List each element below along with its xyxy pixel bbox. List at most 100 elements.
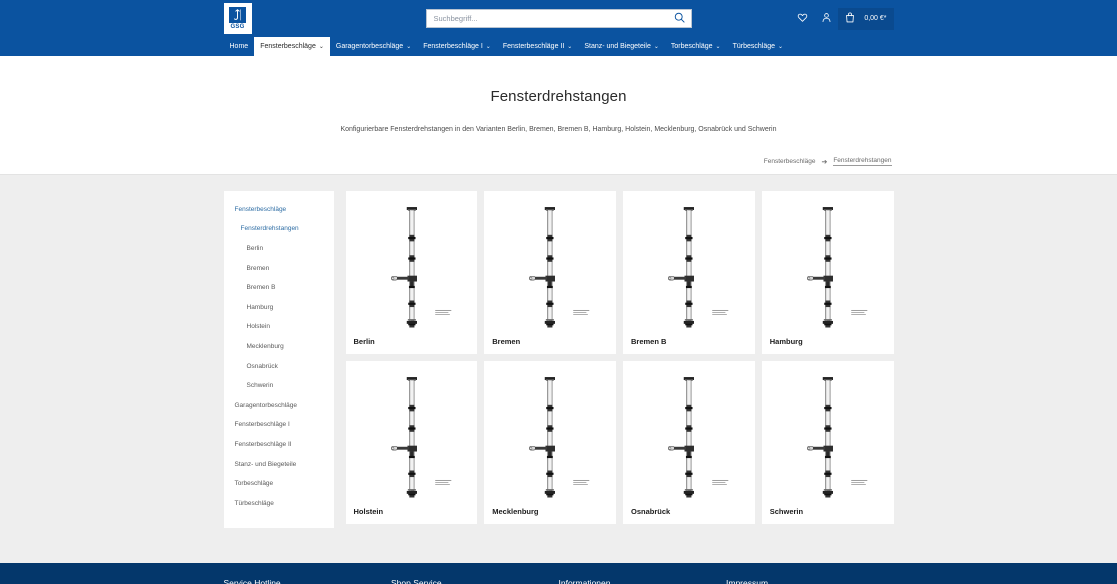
- nav-item-stanz-und-biegeteile[interactable]: Stanz- und Biegeteile ⌄: [578, 37, 665, 56]
- nav-item-label: Stanz- und Biegeteile: [584, 43, 651, 50]
- user-icon: [821, 10, 832, 28]
- product-card[interactable]: Holstein: [345, 361, 478, 524]
- sidebar-item-label: Torbeschläge: [234, 480, 274, 488]
- product-title: Holstein: [353, 507, 384, 516]
- site-footer: Service Hotline Shop Service Informationen…: [0, 563, 1117, 584]
- product-card[interactable]: Bremen: [484, 191, 616, 354]
- footer-heading[interactable]: Impressum: [726, 578, 894, 584]
- chevron-down-icon: ⌄: [715, 44, 721, 50]
- sidebar-item-hamburg[interactable]: Hamburg: [224, 298, 334, 318]
- logo-wordmark: GSG: [230, 23, 245, 30]
- account-button[interactable]: [814, 8, 838, 30]
- product-image-technical-drawing: [623, 361, 755, 507]
- sidebar-item-osnabr-ck[interactable]: Osnabrück: [224, 357, 334, 377]
- sidebar-item-label: Fensterbeschläge: [234, 205, 287, 213]
- sidebar-item-t-rbeschl-ge[interactable]: Türbeschläge: [224, 494, 334, 514]
- nav-item-label: Torbeschläge: [670, 43, 713, 50]
- sidebar-item-fensterbeschl-ge-ii[interactable]: Fensterbeschläge II: [224, 435, 334, 455]
- heart-icon: [797, 10, 808, 28]
- nav-item-label: Garagentorbeschläge: [335, 43, 404, 50]
- sidebar-item-bremen[interactable]: Bremen: [224, 259, 334, 279]
- product-card[interactable]: Hamburg: [761, 191, 894, 354]
- chevron-down-icon: ⌄: [653, 44, 659, 50]
- sidebar-item-mecklenburg[interactable]: Mecklenburg: [224, 337, 334, 357]
- nav-item-torbeschl-ge[interactable]: Torbeschläge ⌄: [665, 37, 727, 56]
- product-card[interactable]: Schwerin: [761, 361, 894, 524]
- breadcrumb-arrow-icon: ➔: [821, 158, 828, 166]
- sidebar-item-label: Holstein: [246, 323, 270, 331]
- sidebar-item-label: Bremen B: [246, 284, 276, 292]
- sidebar-item-stanz-und-biegeteile[interactable]: Stanz- und Biegeteile: [224, 455, 334, 475]
- product-title: Bremen: [492, 337, 521, 346]
- sidebar-item-label: Fensterbeschläge I: [234, 421, 290, 429]
- sidebar-item-label: Mecklenburg: [246, 342, 284, 350]
- product-image-technical-drawing: [762, 361, 894, 507]
- nav-item-fensterbeschl-ge-i[interactable]: Fensterbeschläge I ⌄: [417, 37, 497, 56]
- nav-item-fensterbeschl-ge-ii[interactable]: Fensterbeschläge II ⌄: [497, 37, 579, 56]
- nav-item-label: Fensterbeschläge: [260, 43, 316, 50]
- product-title: Bremen B: [631, 337, 667, 346]
- sidebar-item-fensterbeschl-ge[interactable]: Fensterbeschläge: [224, 200, 334, 220]
- category-sidebar: Fensterbeschläge Fensterdrehstangen Berlin…: [223, 191, 334, 528]
- search-input[interactable]: [433, 14, 673, 23]
- search-button[interactable]: [673, 12, 687, 26]
- product-image-technical-drawing: [346, 191, 478, 337]
- footer-column: Shop Service: [391, 578, 559, 584]
- main-content: Fensterbeschläge Fensterdrehstangen Berlin…: [0, 175, 1117, 563]
- sidebar-item-berlin[interactable]: Berlin: [224, 239, 334, 259]
- sidebar-item-fensterdrehstangen[interactable]: Fensterdrehstangen: [224, 220, 334, 240]
- wishlist-button[interactable]: [790, 8, 814, 30]
- footer-heading[interactable]: Service Hotline: [224, 578, 392, 584]
- footer-column: Informationen: [559, 578, 727, 584]
- nav-item-fensterbeschl-ge[interactable]: Fensterbeschläge ⌄: [254, 37, 330, 56]
- sidebar-item-label: Hamburg: [246, 303, 274, 311]
- breadcrumb: Fensterbeschläge ➔ Fensterdrehstangen: [224, 157, 894, 166]
- product-image-technical-drawing: [623, 191, 755, 337]
- nav-item-label: Türbeschläge: [732, 43, 775, 50]
- sidebar-item-label: Stanz- und Biegeteile: [234, 460, 297, 468]
- cart-icon-wrap: [838, 8, 862, 30]
- main-navigation: Home Fensterbeschläge ⌄ Garagentorbeschläge…: [0, 37, 1117, 56]
- product-card[interactable]: Osnabrück: [623, 361, 755, 524]
- chevron-down-icon: ⌄: [778, 44, 784, 50]
- product-title: Osnabrück: [631, 507, 671, 516]
- product-grid: Berlin Bremen Bremen B Hamburg Holstein …: [345, 191, 894, 524]
- chevron-down-icon: ⌄: [406, 44, 412, 50]
- page-hero: Fensterdrehstangen Konfigurierbare Fenst…: [0, 56, 1117, 175]
- product-image-technical-drawing: [346, 361, 478, 507]
- nav-item-garagentorbeschl-ge[interactable]: Garagentorbeschläge ⌄: [330, 37, 417, 56]
- search-icon: [674, 11, 685, 26]
- sidebar-item-holstein[interactable]: Holstein: [224, 318, 334, 338]
- product-card[interactable]: Bremen B: [623, 191, 755, 354]
- sidebar-item-label: Osnabrück: [246, 362, 278, 370]
- header-actions: 0,00 €*: [790, 7, 894, 30]
- product-card[interactable]: Berlin: [345, 191, 478, 354]
- sidebar-item-fensterbeschl-ge-i[interactable]: Fensterbeschläge I: [224, 416, 334, 436]
- footer-heading[interactable]: Informationen: [559, 578, 727, 584]
- page-subtitle: Konfigurierbare Fensterdrehstangen in de…: [340, 126, 777, 133]
- product-image-technical-drawing: [484, 361, 616, 507]
- sidebar-item-garagentorbeschl-ge[interactable]: Garagentorbeschläge: [224, 396, 334, 416]
- sidebar-item-label: Berlin: [246, 244, 264, 252]
- nav-item-t-rbeschl-ge[interactable]: Türbeschläge ⌄: [727, 37, 789, 56]
- sidebar-item-label: Bremen: [246, 264, 270, 272]
- product-title: Mecklenburg: [492, 507, 539, 516]
- site-logo[interactable]: GSG: [223, 3, 252, 34]
- breadcrumb-parent[interactable]: Fensterbeschläge: [764, 158, 816, 165]
- sidebar-item-torbeschl-ge[interactable]: Torbeschläge: [224, 474, 334, 494]
- chevron-down-icon: ⌄: [318, 44, 324, 50]
- sidebar-item-schwerin[interactable]: Schwerin: [224, 376, 334, 396]
- product-title: Berlin: [353, 337, 375, 346]
- sidebar-item-label: Türbeschläge: [234, 499, 274, 507]
- cart-button[interactable]: 0,00 €*: [838, 7, 894, 30]
- sidebar-item-label: Fensterdrehstangen: [240, 225, 299, 233]
- nav-item-label: Fensterbeschläge II: [502, 43, 565, 50]
- breadcrumb-current[interactable]: Fensterdrehstangen: [833, 157, 892, 166]
- cart-total: 0,00 €*: [864, 15, 887, 22]
- product-card[interactable]: Mecklenburg: [484, 361, 616, 524]
- nav-item-home[interactable]: Home: [224, 37, 255, 56]
- footer-heading[interactable]: Shop Service: [391, 578, 559, 584]
- sidebar-item-bremen-b[interactable]: Bremen B: [224, 278, 334, 298]
- chevron-down-icon: ⌄: [485, 44, 491, 50]
- product-image-technical-drawing: [484, 191, 616, 337]
